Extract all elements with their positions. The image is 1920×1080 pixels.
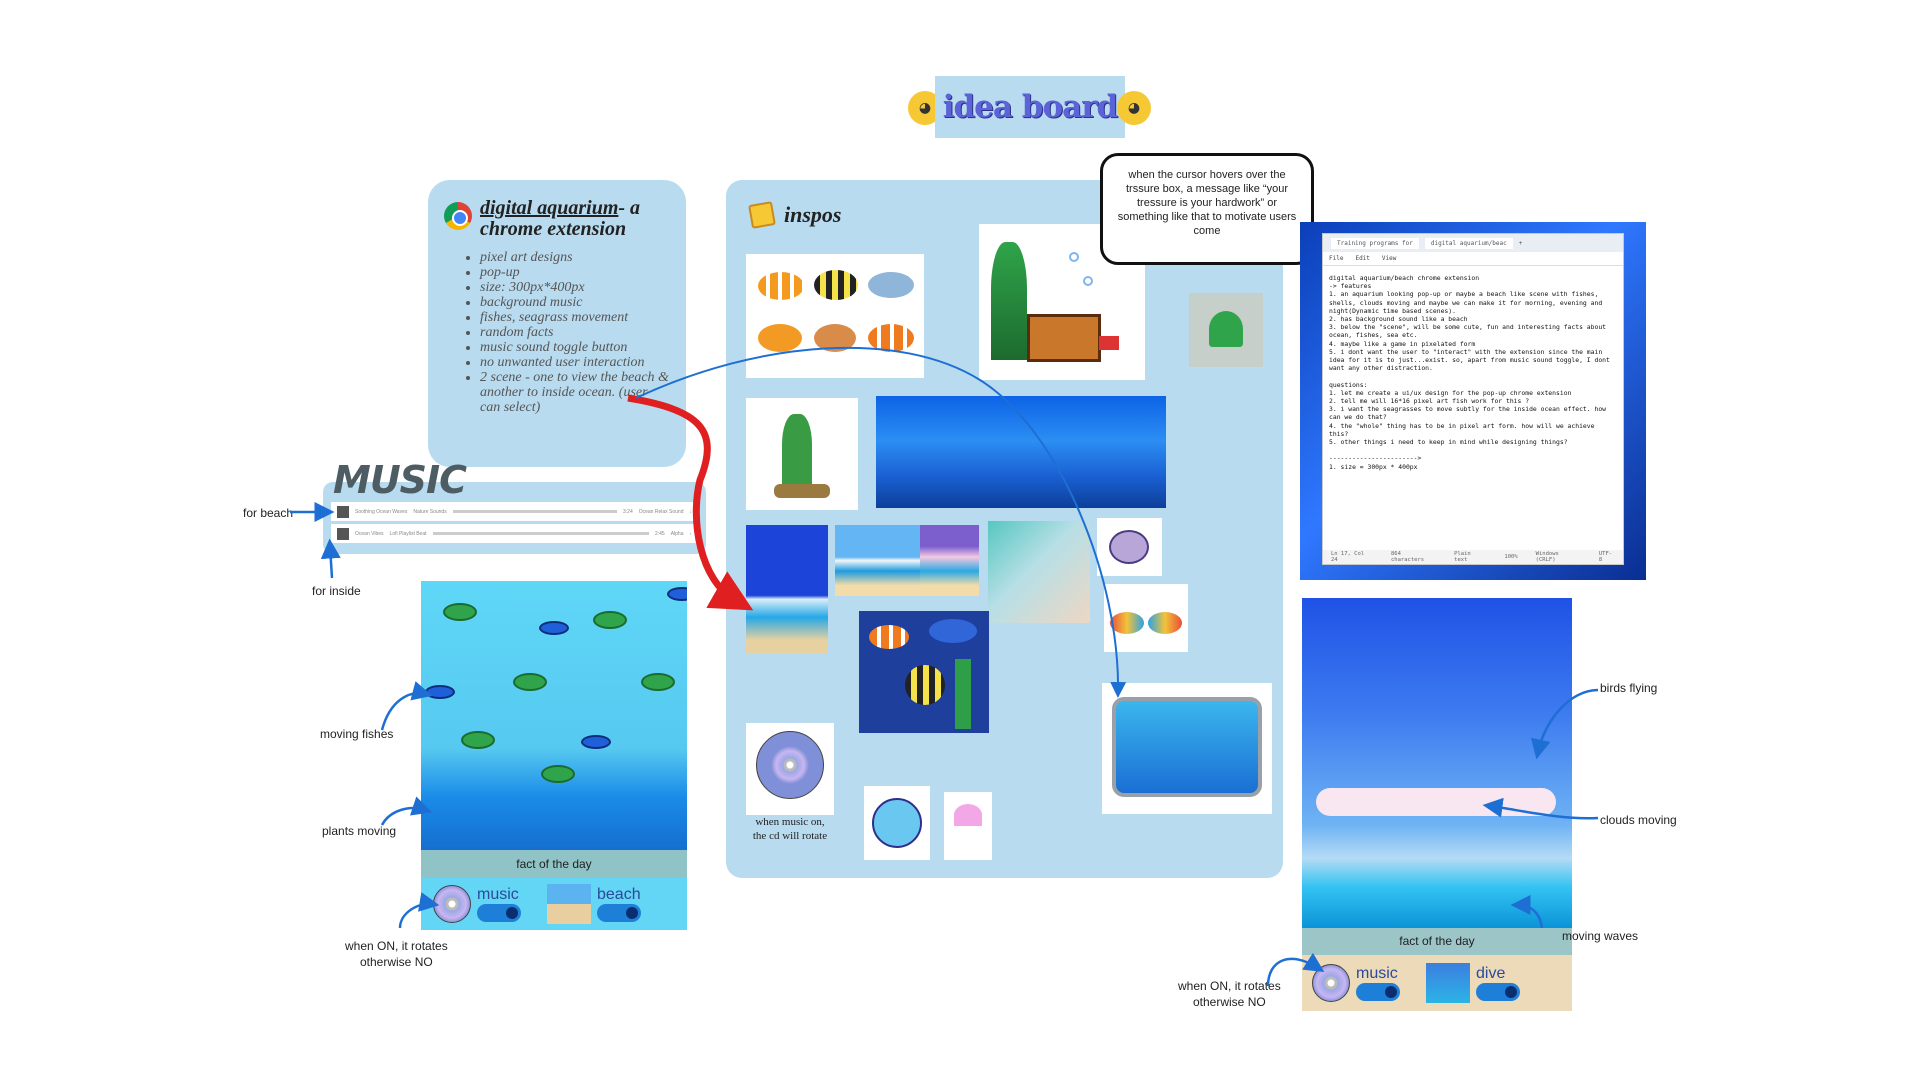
blue-arrow — [635, 346, 1127, 698]
blue-arrow — [380, 681, 433, 731]
red-arrow — [627, 394, 754, 611]
blue-arrow — [1482, 797, 1599, 820]
blue-arrow — [1510, 895, 1544, 929]
blue-arrow — [380, 796, 433, 826]
blue-arrow — [1266, 952, 1325, 987]
annotation-arrows — [290, 346, 1599, 987]
blue-arrow — [320, 538, 341, 579]
blue-arrow — [398, 892, 440, 929]
blue-arrow — [1530, 688, 1599, 760]
